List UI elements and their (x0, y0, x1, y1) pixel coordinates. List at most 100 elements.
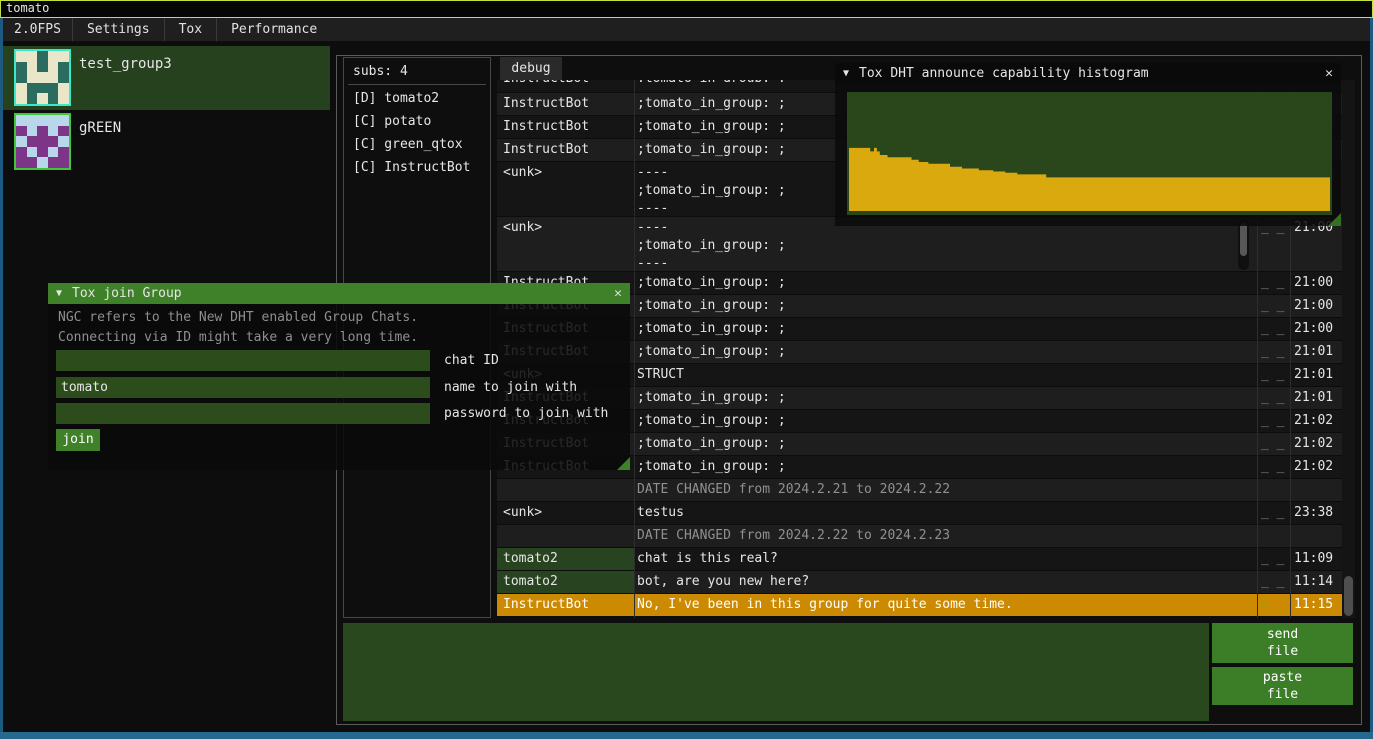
group-name: test_group3 (79, 56, 172, 72)
window-titlebar[interactable]: tomato (0, 0, 1373, 18)
status-flags: _ _ (1261, 433, 1290, 455)
menu-tox[interactable]: Tox (165, 22, 216, 37)
avatar-pixel (58, 72, 69, 83)
histogram-window-title: Tox DHT announce capability histogram (859, 66, 1149, 81)
avatar-pixel (48, 157, 59, 168)
join-button[interactable]: join (56, 429, 100, 451)
sender-name: InstructBot (497, 139, 634, 161)
status-flags: _ _ (1261, 272, 1290, 294)
avatar-pixel (16, 115, 27, 126)
status-flags: _ _ (1261, 502, 1290, 524)
join-field-chat-id[interactable] (56, 350, 430, 371)
group-item-test_group3[interactable]: test_group3 (3, 46, 330, 110)
send-file-button[interactable]: send file (1212, 623, 1353, 663)
avatar-pixel (48, 126, 59, 137)
join-field-row: password to join with (56, 403, 630, 424)
close-icon[interactable]: ✕ (1325, 63, 1333, 85)
sender-name: tomato2 (497, 571, 634, 593)
avatar-pixel (37, 115, 48, 126)
chat-scrollbar[interactable] (1342, 80, 1355, 618)
resize-grip[interactable] (617, 457, 630, 470)
menu-performance[interactable]: Performance (217, 22, 331, 37)
date-changed-text: DATE CHANGED from 2024.2.22 to 2024.2.23 (637, 525, 1254, 547)
close-icon[interactable]: ✕ (614, 283, 622, 304)
date-separator-row[interactable]: DATE CHANGED from 2024.2.21 to 2024.2.22 (497, 479, 1342, 502)
sender-name: InstructBot (497, 80, 634, 82)
message-row[interactable]: tomato2bot, are you new here?_ _11:14 (497, 571, 1342, 594)
avatar-pixel (16, 83, 27, 94)
collapse-arrow-icon[interactable]: ▼ (56, 283, 62, 304)
timestamp: 21:01 (1294, 387, 1341, 409)
message-cell-scrollbar[interactable] (1238, 220, 1249, 270)
avatar-pixel (48, 115, 59, 126)
message-text: chat is this real? (637, 548, 1254, 570)
join-field-label: password to join with (444, 406, 608, 421)
status-flags: _ _ (1261, 387, 1290, 409)
avatar-pixel (48, 83, 59, 94)
join-group-window: ▼Tox join Group ✕ NGC refers to the New … (48, 283, 630, 470)
timestamp: 21:00 (1294, 318, 1341, 340)
group-name: gREEN (79, 120, 121, 136)
date-separator-row[interactable]: DATE CHANGED from 2024.2.22 to 2024.2.23 (497, 525, 1342, 548)
member-item[interactable]: [C] potato (353, 112, 431, 135)
avatar-pixel (37, 83, 48, 94)
tab-debug[interactable]: debug (500, 57, 562, 80)
avatar-pixel (16, 136, 27, 147)
member-item[interactable]: [C] InstructBot (353, 158, 470, 181)
avatar-pixel (58, 62, 69, 73)
message-row[interactable]: <unk>testus_ _23:38 (497, 502, 1342, 525)
message-text: ;tomato_in_group: ; (637, 341, 1254, 363)
avatar-pixel (27, 115, 38, 126)
collapse-arrow-icon[interactable]: ▼ (843, 63, 849, 85)
avatar-pixel (58, 157, 69, 168)
timestamp: 21:00 (1294, 272, 1341, 294)
avatar-pixel (37, 147, 48, 158)
join-description-line: NGC refers to the New DHT enabled Group … (58, 310, 418, 325)
timestamp: 11:14 (1294, 571, 1341, 593)
member-item[interactable]: [C] green_qtox (353, 135, 463, 158)
member-item[interactable]: [D] tomato2 (353, 89, 439, 112)
scrollbar-thumb[interactable] (1240, 223, 1247, 256)
sender-name: InstructBot (497, 594, 634, 616)
sender-name: <unk> (497, 162, 634, 216)
avatar-pixel (16, 126, 27, 137)
group-item-gREEN[interactable]: gREEN (3, 110, 330, 174)
status-flags: _ _ (1261, 410, 1290, 432)
timestamp: 21:01 (1294, 364, 1341, 386)
avatar-pixel (16, 72, 27, 83)
avatar-pixel (27, 62, 38, 73)
message-input[interactable] (343, 623, 1209, 721)
subs-count: subs: 4 (353, 64, 408, 79)
group-avatar (14, 113, 71, 170)
message-row[interactable]: InstructBotNo, I've been in this group f… (497, 594, 1342, 617)
avatar-pixel (27, 51, 38, 62)
avatar-pixel (37, 136, 48, 147)
window-frame (0, 732, 1373, 739)
sender-name: InstructBot (497, 116, 634, 138)
join-field-password[interactable] (56, 403, 430, 424)
menu-settings[interactable]: Settings (73, 22, 164, 37)
resize-grip[interactable] (1328, 213, 1341, 226)
tab-debug-label: debug (511, 61, 550, 76)
join-field-name[interactable] (56, 377, 430, 398)
histogram-area-series (849, 92, 1330, 211)
scrollbar-thumb[interactable] (1344, 576, 1353, 616)
histogram-window-titlebar[interactable]: ▼ Tox DHT announce capability histogram ✕ (835, 63, 1341, 85)
message-row[interactable]: tomato2chat is this real?_ _11:09 (497, 548, 1342, 571)
join-field-row: chat ID (56, 350, 630, 371)
message-text: bot, are you new here? (637, 571, 1254, 593)
message-text: ;tomato_in_group: ; (637, 295, 1254, 317)
status-flags: _ _ (1261, 295, 1290, 317)
avatar-pixel (27, 126, 38, 137)
message-text: ;tomato_in_group: ; (637, 410, 1254, 432)
fps-counter: 2.0FPS (3, 22, 72, 37)
date-changed-text: DATE CHANGED from 2024.2.21 to 2024.2.22 (637, 479, 1254, 501)
join-field-label: chat ID (444, 353, 499, 368)
avatar-pixel (37, 93, 48, 104)
join-window-titlebar[interactable]: ▼Tox join Group ✕ (48, 283, 630, 304)
avatar-pixel (48, 62, 59, 73)
avatar-pixel (37, 126, 48, 137)
avatar-pixel (58, 126, 69, 137)
paste-file-button[interactable]: paste file (1212, 667, 1353, 705)
avatar-pixel (58, 83, 69, 94)
